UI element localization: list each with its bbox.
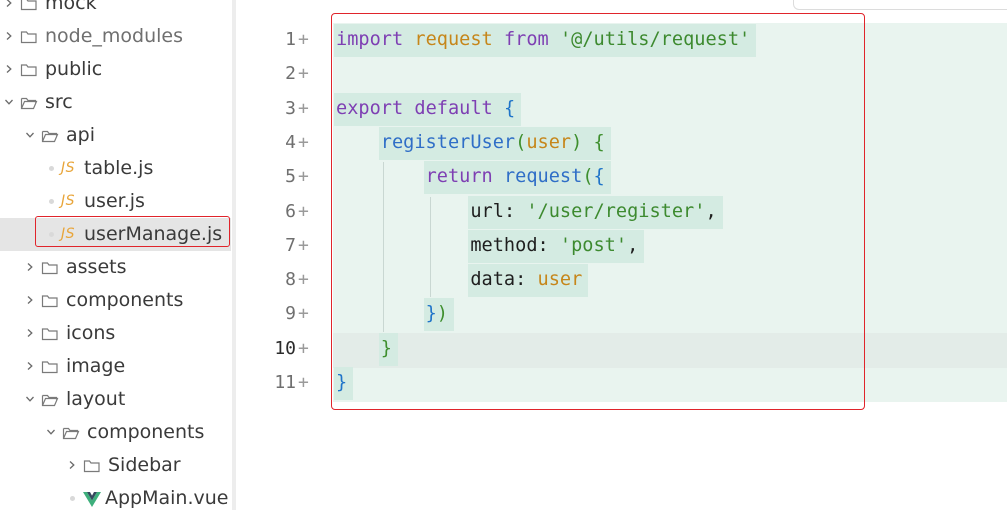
- line-number: 8 +: [262, 263, 312, 296]
- tree-item-public[interactable]: public: [0, 53, 231, 86]
- tree-item-label: user.js: [84, 190, 145, 212]
- tree-item-components[interactable]: components: [0, 284, 231, 317]
- line-added-marker: +: [298, 372, 309, 393]
- line-number-value: 6: [285, 200, 296, 222]
- javascript-file-icon: JS: [61, 160, 76, 176]
- chevron-down-icon[interactable]: [25, 383, 37, 416]
- tree-item-user-js[interactable]: JS user.js: [0, 185, 231, 218]
- chevron-down-icon[interactable]: [25, 119, 37, 152]
- chevron-down-icon[interactable]: [4, 86, 16, 119]
- tree-guide-dot: [49, 166, 54, 171]
- tree-item-label: image: [66, 355, 126, 377]
- line-number: 1 +: [262, 23, 312, 56]
- tree-item-label: Sidebar: [108, 454, 181, 476]
- code-highlight-box: [331, 13, 865, 410]
- tree-item-label: src: [45, 91, 73, 113]
- chevron-right-icon[interactable]: [4, 53, 16, 86]
- line-added-marker: +: [298, 337, 309, 359]
- tree-item-assets[interactable]: assets: [0, 251, 231, 284]
- chevron-right-icon[interactable]: [25, 284, 37, 317]
- tree-item-label: AppMain.vue: [105, 487, 229, 509]
- chevron-right-icon[interactable]: [25, 317, 37, 350]
- javascript-file-icon: JS: [61, 193, 76, 209]
- chevron-right-icon[interactable]: [67, 449, 79, 482]
- line-added-marker: +: [298, 234, 309, 256]
- line-added-marker: +: [298, 29, 309, 50]
- line-added-marker: +: [298, 63, 309, 85]
- tree-item-icons[interactable]: icons: [0, 317, 231, 350]
- line-number: 10 +: [262, 332, 312, 365]
- project-file-tree: mock node_modules public src api JS table.js JS…: [0, 0, 231, 510]
- tree-item-node-modules[interactable]: node_modules: [0, 20, 231, 53]
- tree-item-label: mock: [45, 0, 97, 14]
- line-number: 11 +: [262, 366, 312, 399]
- line-number-value: 4: [285, 131, 296, 153]
- tree-item-mock[interactable]: mock: [0, 0, 231, 20]
- line-number-value: 2: [285, 63, 296, 85]
- tree-item-label: assets: [66, 256, 127, 278]
- chevron-right-icon[interactable]: [25, 350, 37, 383]
- line-number: 9 +: [262, 297, 312, 330]
- line-number-value: 5: [285, 166, 296, 188]
- tree-item-label: layout: [66, 388, 126, 410]
- line-number: 4 +: [262, 126, 312, 159]
- line-number-value: 8: [285, 269, 296, 291]
- line-number: 3 +: [262, 92, 312, 125]
- tree-item-layout[interactable]: layout: [0, 383, 231, 416]
- chevron-right-icon[interactable]: [25, 251, 37, 284]
- line-number: 6 +: [262, 195, 312, 228]
- tree-item-label: public: [45, 58, 103, 80]
- selected-file-highlight-box: [35, 216, 230, 247]
- line-number: 7 +: [262, 229, 312, 262]
- tree-item-image[interactable]: image: [0, 350, 231, 383]
- chevron-down-icon[interactable]: [46, 416, 58, 449]
- line-number-value: 7: [285, 234, 296, 256]
- line-added-marker: +: [298, 97, 309, 119]
- tree-item-sidebar[interactable]: Sidebar: [0, 449, 231, 482]
- line-number: 5 +: [262, 160, 312, 193]
- line-added-marker: +: [298, 200, 309, 222]
- tree-item-label: components: [66, 289, 184, 311]
- line-number: 2 +: [262, 57, 312, 90]
- tree-item-label: icons: [66, 322, 116, 344]
- line-added-marker: +: [298, 269, 309, 291]
- tree-item-label: node_modules: [45, 25, 184, 47]
- tree-item-src[interactable]: src: [0, 86, 231, 119]
- tree-guide-dot: [70, 496, 75, 501]
- tree-item-label: table.js: [84, 157, 154, 179]
- tree-item-table-js[interactable]: JS table.js: [0, 152, 231, 185]
- line-added-marker: +: [298, 303, 309, 325]
- line-number-value: 11: [274, 372, 296, 393]
- line-added-marker: +: [298, 166, 309, 188]
- chevron-right-icon[interactable]: [4, 20, 16, 53]
- line-number-value: 3: [285, 97, 296, 119]
- line-added-marker: +: [298, 131, 309, 153]
- tree-item-components[interactable]: components: [0, 416, 231, 449]
- tree-guide-dot: [49, 199, 54, 204]
- line-number-value: 1: [285, 29, 296, 50]
- line-number-value: 10: [274, 337, 296, 359]
- line-number-value: 9: [285, 303, 296, 325]
- tree-item-label: components: [87, 421, 205, 443]
- chevron-right-icon[interactable]: [4, 0, 16, 20]
- tree-item-api[interactable]: api: [0, 119, 231, 152]
- editor-top-panel-edge: [793, 0, 1007, 10]
- tree-item-label: api: [66, 124, 95, 146]
- tree-item-appmain-vue[interactable]: AppMain.vue: [0, 482, 231, 510]
